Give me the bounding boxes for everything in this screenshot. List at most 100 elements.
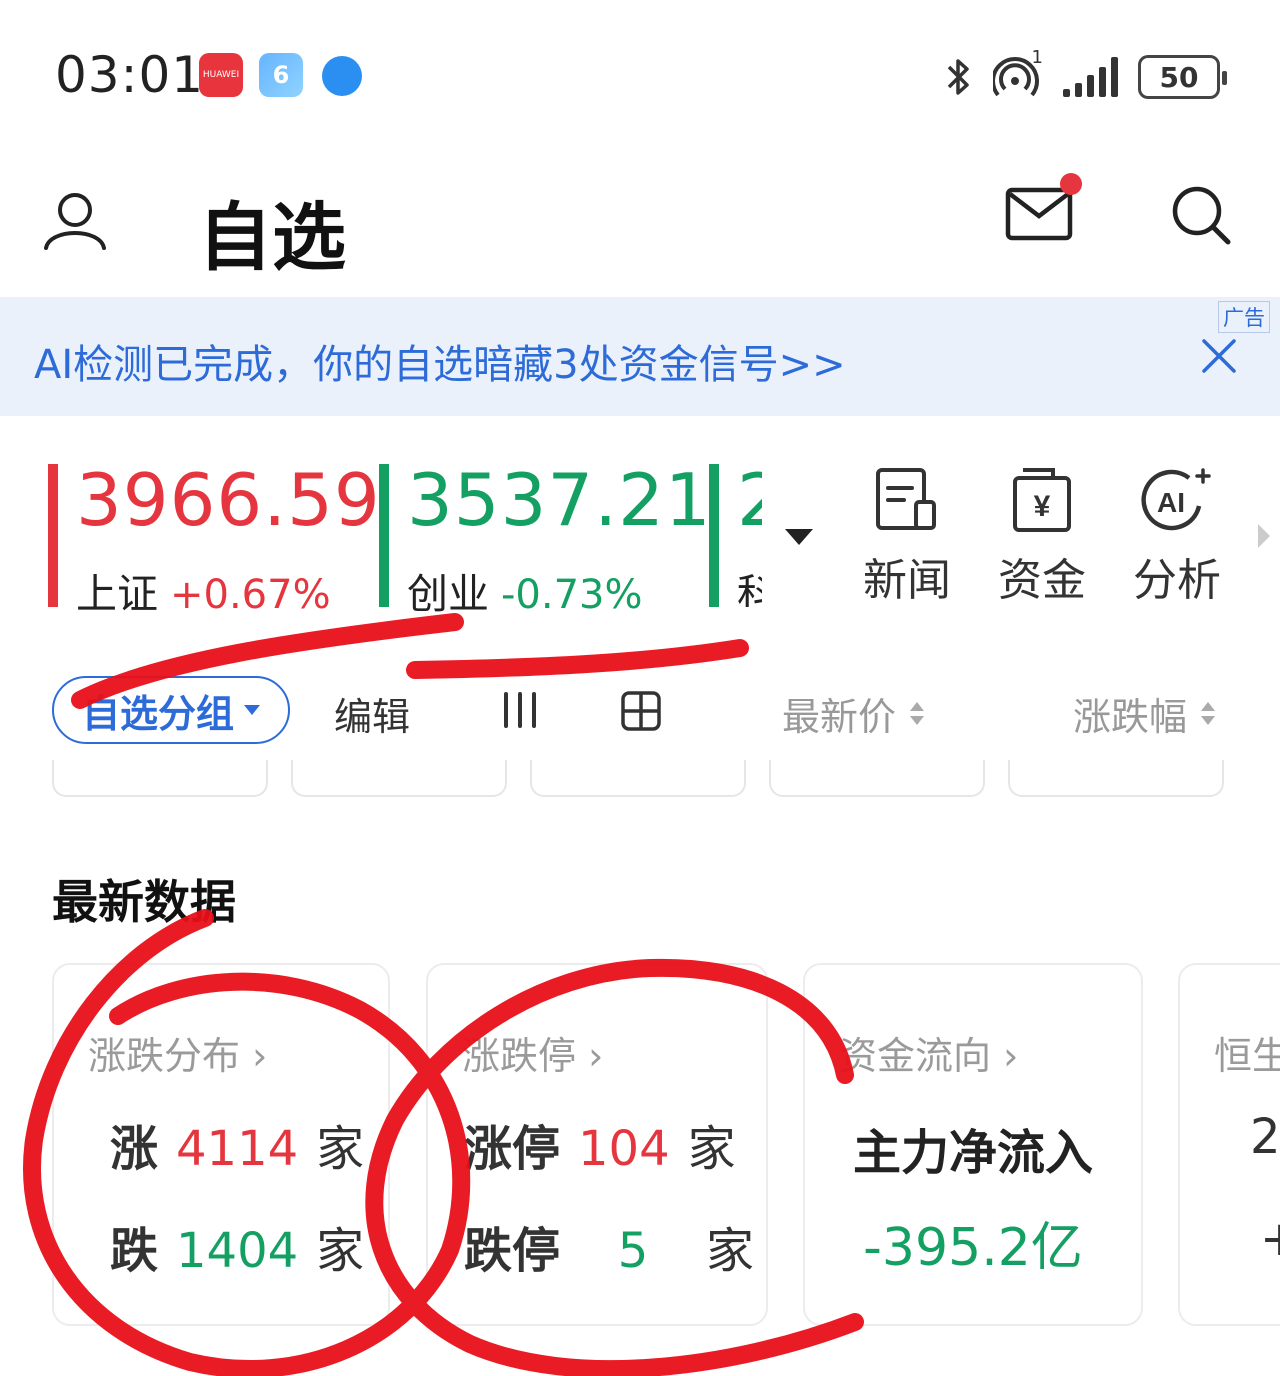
up-label: 涨: [110, 1121, 159, 1177]
svg-text:AI: AI: [1157, 487, 1185, 518]
six-icon-label: 6: [272, 61, 290, 89]
card-title[interactable]: 恒生: [1214, 1025, 1280, 1080]
index-trend-bar: [709, 464, 719, 607]
globe-browser-icon: [322, 56, 362, 96]
index-card-star[interactable]: 2 科: [709, 464, 762, 607]
notification-dot: [1060, 173, 1082, 195]
news-button[interactable]: 新闻: [852, 466, 962, 608]
sort-price-label: 最新价: [782, 695, 897, 739]
group-selector-label: 自选分组: [81, 691, 234, 736]
down-unit: 家: [316, 1223, 365, 1279]
index-name-row: 上证 +0.67%: [76, 560, 331, 620]
index-value: 2: [737, 464, 762, 542]
underline-stroke: [406, 639, 749, 679]
stock-card-row: [52, 760, 1232, 798]
cell-signal-icon: [1063, 57, 1118, 97]
index-trend-bar: [48, 464, 58, 607]
stock-card[interactable]: [52, 760, 268, 797]
limit-up-down-card[interactable]: 涨跌停 › 涨停 104 家 跌停 5 家: [426, 963, 768, 1326]
stock-card[interactable]: [530, 760, 746, 797]
news-label: 新闻: [863, 555, 951, 606]
news-icon: [876, 468, 936, 530]
main-net-inflow-value: -395.2亿: [863, 1218, 1083, 1278]
limit-down-unit: 家: [706, 1223, 755, 1279]
index-name: 科: [737, 570, 762, 607]
card-title[interactable]: 涨跌停 ›: [462, 1025, 603, 1080]
funds-label: 资金: [998, 555, 1086, 606]
limit-up-row: 涨停 104 家: [464, 1109, 736, 1179]
funds-button[interactable]: ¥ 资金: [987, 466, 1097, 608]
profile-icon[interactable]: [42, 190, 108, 252]
sort-arrows-icon: [910, 702, 925, 725]
limit-down-label: 跌停: [464, 1223, 561, 1279]
ad-label: 广告: [1218, 301, 1270, 333]
edit-button[interactable]: 编辑: [334, 686, 410, 741]
index-trend-bar: [379, 464, 389, 607]
search-icon[interactable]: [1168, 182, 1234, 248]
index-name: 上证: [76, 570, 158, 618]
hotspot-badge: 1: [1031, 47, 1043, 68]
index-value: 3537.21: [407, 458, 712, 542]
status-bar: 03:01 HUAWEI 6 1 50: [0, 0, 1280, 150]
index-strip: 3966.59 上证 +0.67% 3537.21 创业 -0.73% 2 科 新闻…: [0, 416, 1280, 636]
down-label: 跌: [110, 1223, 159, 1279]
sort-change-label: 涨跌幅: [1073, 695, 1188, 739]
index-card-chinext[interactable]: 3537.21 创业 -0.73%: [379, 458, 711, 618]
scroll-right-icon[interactable]: [1258, 524, 1270, 548]
analysis-label: 分析: [1133, 555, 1221, 606]
stock-card[interactable]: [769, 760, 985, 797]
hang-seng-value: 25: [1250, 1109, 1280, 1165]
sort-by-change-button[interactable]: 涨跌幅: [1073, 686, 1216, 741]
latest-data-title: 最新数据: [52, 875, 236, 929]
limit-up-count: 104: [578, 1121, 670, 1177]
hang-seng-card[interactable]: 恒生 25 +: [1178, 963, 1280, 1326]
limit-down-row: 跌停 5 家: [464, 1211, 754, 1281]
system-icons: 1 50: [943, 47, 1227, 104]
grid-view-icon[interactable]: [620, 690, 662, 732]
columns-view-icon[interactable]: [500, 690, 540, 730]
watchlist-toolbar: 自选分组 编辑 最新价 涨跌幅: [0, 672, 1280, 752]
down-count: 1404: [176, 1223, 299, 1279]
battery-icon: 50: [1138, 55, 1227, 99]
up-down-distribution-card[interactable]: 涨跌分布 › 涨 4114 家 跌 1404 家: [52, 963, 390, 1326]
page-title: 自选: [198, 195, 346, 281]
limit-down-count: 5: [617, 1223, 649, 1279]
down-count-row: 跌 1404 家: [110, 1211, 364, 1281]
up-count-row: 涨 4114 家: [110, 1109, 364, 1179]
index-dropdown-icon[interactable]: [785, 529, 813, 545]
limit-up-unit: 家: [687, 1121, 736, 1177]
index-name-row: 科: [737, 560, 762, 607]
index-card-shanghai[interactable]: 3966.59 上证 +0.67%: [48, 458, 380, 618]
limit-up-label: 涨停: [464, 1121, 561, 1177]
sort-arrows-icon: [1201, 702, 1216, 725]
huawei-icon-label: HUAWEI: [202, 70, 240, 80]
index-value: 3966.59: [76, 458, 381, 542]
analysis-button[interactable]: AI 分析: [1122, 466, 1232, 608]
svg-text:¥: ¥: [1034, 490, 1051, 523]
huawei-appgallery-icon: HUAWEI: [199, 53, 243, 97]
ad-banner[interactable]: AI检测已完成，你的自选暗藏3处资金信号>> 广告: [0, 297, 1280, 416]
six-app-icon: 6: [259, 53, 303, 97]
caret-down-icon: [244, 705, 260, 715]
card-title[interactable]: 资金流向 ›: [839, 1025, 1018, 1080]
app-header: 自选: [0, 150, 1280, 297]
main-net-inflow-label: 主力净流入: [852, 1125, 1093, 1181]
stock-card[interactable]: [1008, 760, 1224, 797]
status-time: 03:01: [55, 46, 205, 104]
ai-analysis-icon: AI: [1141, 468, 1211, 531]
up-count: 4114: [176, 1121, 299, 1177]
battery-level: 50: [1159, 60, 1199, 94]
group-selector-button[interactable]: 自选分组: [52, 676, 290, 744]
banner-text[interactable]: AI检测已完成，你的自选暗藏3处资金信号>>: [34, 332, 846, 390]
card-title[interactable]: 涨跌分布 ›: [88, 1025, 267, 1080]
index-name: 创业: [407, 570, 489, 618]
fund-flow-card[interactable]: 资金流向 › 主力净流入 -395.2亿: [803, 963, 1143, 1326]
bluetooth-icon: [947, 59, 969, 95]
mail-icon[interactable]: [1004, 172, 1094, 244]
stock-card[interactable]: [291, 760, 507, 797]
hang-seng-change: +: [1260, 1211, 1280, 1267]
close-icon[interactable]: [1200, 337, 1238, 375]
funds-icon: ¥: [1013, 468, 1071, 532]
sort-by-price-button[interactable]: 最新价: [782, 686, 925, 741]
up-unit: 家: [316, 1121, 365, 1177]
